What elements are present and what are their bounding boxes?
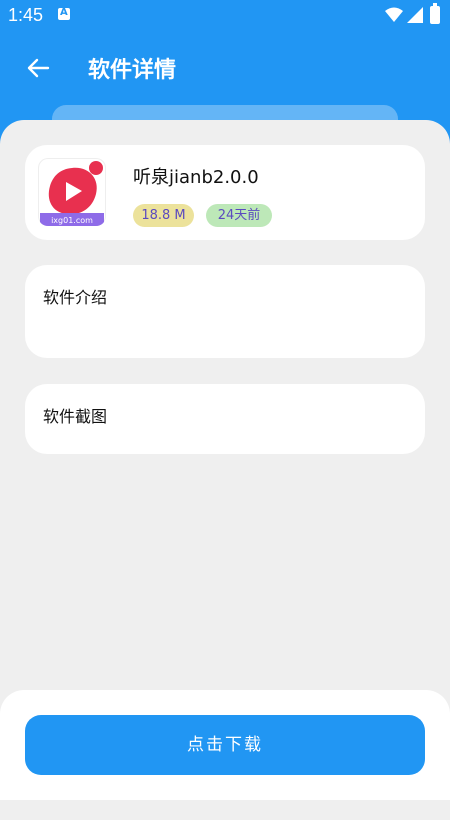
app-icon: ixg01.com — [38, 158, 106, 226]
download-button[interactable]: 点击下载 — [25, 715, 425, 775]
status-time: 1:45 — [8, 5, 44, 25]
screenshots-label: 软件截图 — [43, 407, 108, 426]
app-icon-caption: ixg01.com — [51, 216, 93, 225]
back-button[interactable] — [20, 50, 56, 86]
play-logo-icon: ixg01.com — [40, 161, 104, 226]
updated-badge: 24天前 — [206, 204, 272, 227]
intro-label: 软件介绍 — [43, 288, 108, 307]
arrow-left-icon — [27, 58, 50, 78]
screenshots-card: 软件截图 — [25, 384, 425, 454]
size-badge: 18.8 M — [133, 204, 194, 227]
status-bar: 1:45 — [0, 0, 450, 32]
app-name: 听泉jianb2.0.0 — [133, 167, 259, 188]
app-bar: 软件详情 — [0, 40, 450, 96]
wifi-icon — [385, 7, 403, 22]
app-info-card: ixg01.com 听泉jianb2.0.0 18.8 M 24天前 — [25, 145, 425, 240]
battery-icon — [430, 3, 440, 24]
intro-card: 软件介绍 — [25, 265, 425, 358]
page-title: 软件详情 — [88, 58, 177, 83]
notification-icon — [58, 7, 70, 20]
signal-icon — [407, 7, 423, 23]
